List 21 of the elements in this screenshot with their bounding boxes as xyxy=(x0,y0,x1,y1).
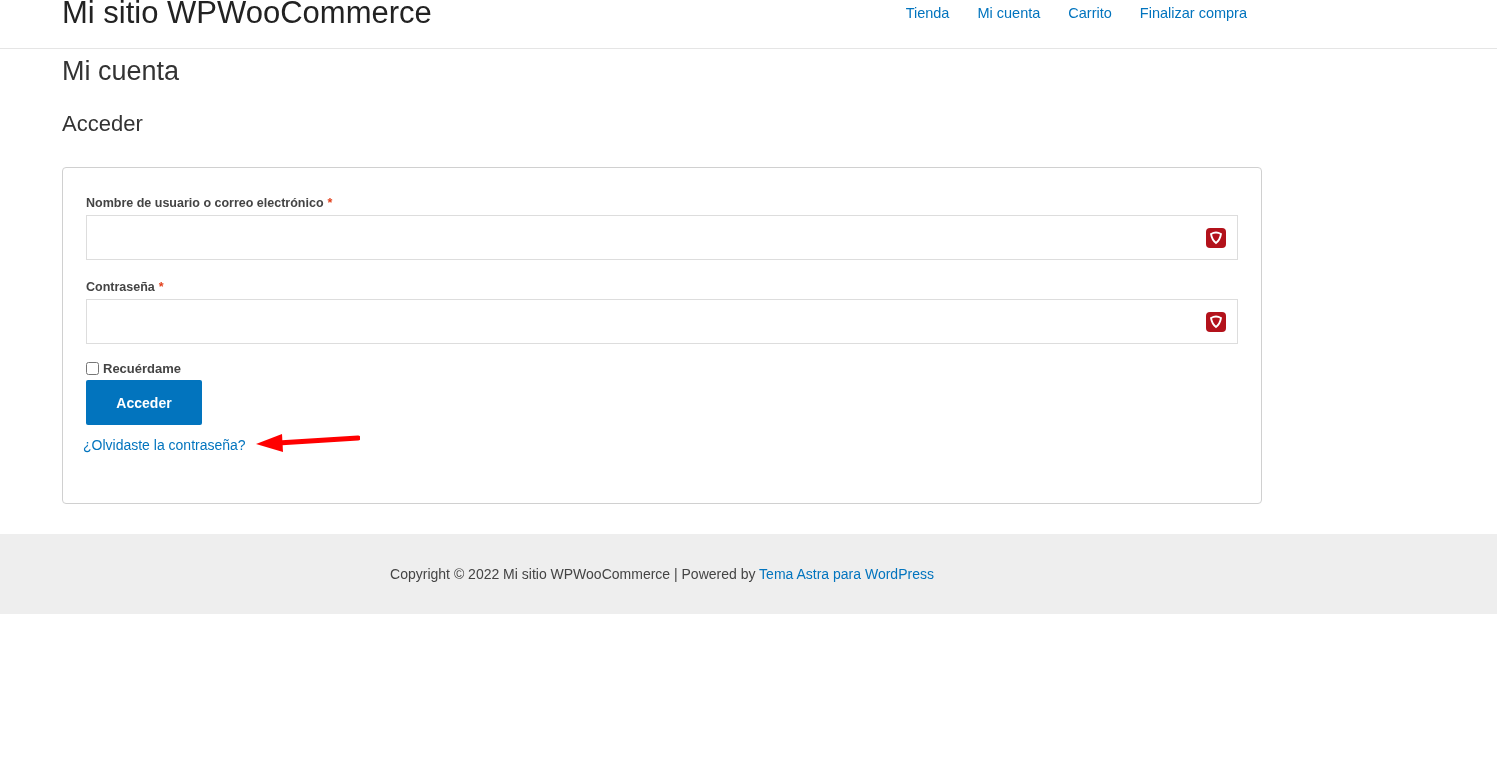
login-button[interactable]: Acceder xyxy=(86,380,202,425)
shield-icon[interactable] xyxy=(1206,311,1226,332)
remember-label: Recuérdame xyxy=(103,361,182,376)
site-title[interactable]: Mi sitio WPWooCommerce xyxy=(62,0,432,28)
nav-link[interactable]: Finalizar compra xyxy=(1139,5,1247,21)
field-label: Nombre de usuario o correo electrónico xyxy=(86,196,324,210)
section-title: Acceder xyxy=(62,110,144,138)
lost-password-link[interactable]: ¿Olvidaste la contraseña? xyxy=(83,437,246,453)
theme-link[interactable]: Tema Astra para WordPress xyxy=(759,566,934,582)
page-title: Mi cuenta xyxy=(62,55,181,88)
remember-checkbox[interactable] xyxy=(86,362,99,375)
field-label: Contraseña xyxy=(86,280,155,294)
required-mark: * xyxy=(327,196,333,210)
input-field[interactable] xyxy=(86,299,1238,344)
required-mark: * xyxy=(158,280,164,294)
nav-link[interactable]: Carrito xyxy=(1068,5,1112,21)
nav-link[interactable]: Mi cuenta xyxy=(977,5,1041,21)
shield-icon[interactable] xyxy=(1206,227,1226,248)
copyright-text: Copyright © 2022 Mi sitio WPWooCommerce | Powered by Tema Astra para WordPress xyxy=(390,566,934,582)
nav-link[interactable]: Tienda xyxy=(905,5,950,21)
input-field[interactable] xyxy=(86,215,1238,260)
